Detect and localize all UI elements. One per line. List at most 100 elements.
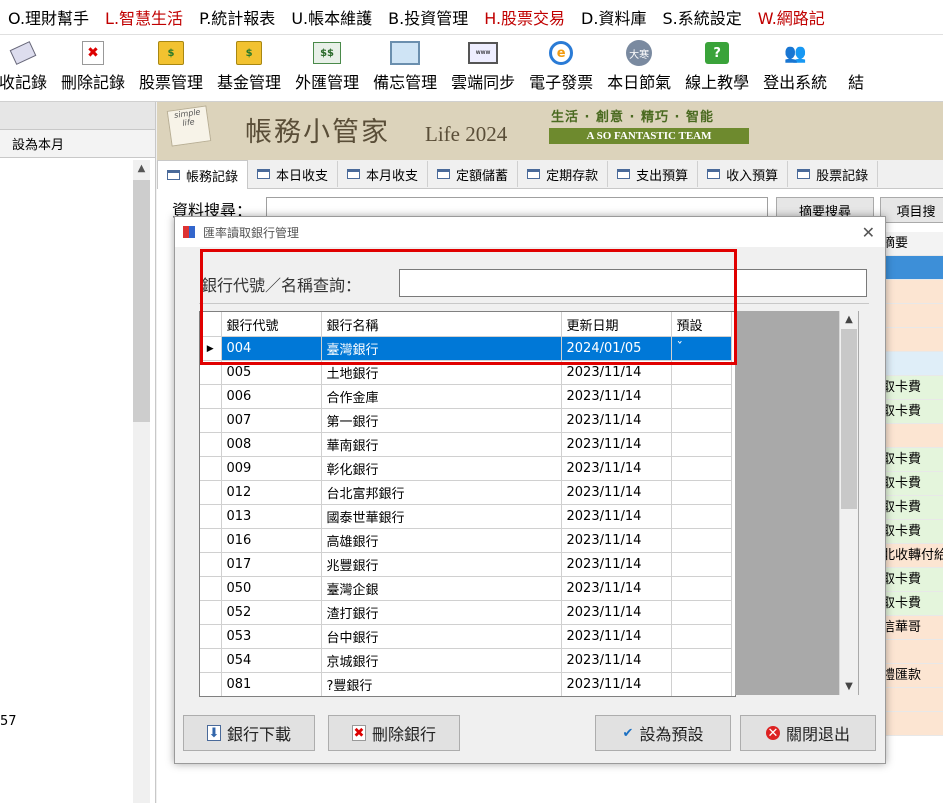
bank-code-cell[interactable]: 007 <box>221 408 322 433</box>
bank-code-cell[interactable]: 004 <box>221 336 322 361</box>
bank-name-cell[interactable]: 第一銀行 <box>321 408 562 433</box>
menu-item-0[interactable]: O.理財幫手 <box>0 5 97 29</box>
bank-name-cell[interactable]: 台北富邦銀行 <box>321 480 562 505</box>
toolbar-button-5[interactable]: 備忘管理 <box>366 35 444 101</box>
tab-5[interactable]: 支出預算 <box>608 161 699 187</box>
bank-code-cell[interactable]: 052 <box>221 600 322 625</box>
toolbar-button-7[interactable]: e 電子發票 <box>522 35 600 101</box>
update-date-cell[interactable]: 2023/11/14 <box>561 432 672 457</box>
update-date-cell[interactable]: 2023/11/14 <box>561 504 672 529</box>
scroll-down-icon[interactable]: ▼ <box>840 678 858 695</box>
update-date-cell[interactable]: 2023/11/14 <box>561 384 672 409</box>
bank-name-cell[interactable]: ?豐銀行 <box>321 672 562 696</box>
bank-row[interactable]: 008 華南銀行 2023/11/14 <box>200 432 732 457</box>
toolbar-button-11[interactable]: 結 <box>834 35 878 101</box>
toolbar-button-2[interactable]: $ 股票管理 <box>132 35 210 101</box>
download-bank-button[interactable]: ⬇ 銀行下載 <box>183 715 315 751</box>
row-header[interactable] <box>200 432 222 457</box>
bank-code-cell[interactable]: 016 <box>221 528 322 553</box>
toolbar-button-3[interactable]: $ 基金管理 <box>210 35 288 101</box>
update-date-cell[interactable]: 2023/11/14 <box>561 456 672 481</box>
bank-name-cell[interactable]: 京城銀行 <box>321 648 562 673</box>
bank-row[interactable]: 009 彰化銀行 2023/11/14 <box>200 456 732 481</box>
close-icon[interactable]: ✕ <box>862 223 875 242</box>
default-cell[interactable] <box>671 576 732 601</box>
menu-item-1[interactable]: L.智慧生活 <box>97 5 191 29</box>
row-header[interactable] <box>200 600 222 625</box>
row-header[interactable] <box>200 384 222 409</box>
row-header[interactable] <box>200 672 222 696</box>
bank-code-cell[interactable]: 009 <box>221 456 322 481</box>
menu-item-4[interactable]: B.投資管理 <box>380 5 476 29</box>
default-cell[interactable] <box>671 552 732 577</box>
bank-row[interactable]: 007 第一銀行 2023/11/14 <box>200 408 732 433</box>
bank-row[interactable]: 017 兆豐銀行 2023/11/14 <box>200 552 732 577</box>
bank-query-input[interactable] <box>399 269 867 297</box>
menu-item-5[interactable]: H.股票交易 <box>476 5 573 29</box>
column-header-name[interactable]: 銀行名稱 <box>321 312 562 337</box>
update-date-cell[interactable]: 2023/11/14 <box>561 552 672 577</box>
bank-row[interactable]: 054 京城銀行 2023/11/14 <box>200 648 732 673</box>
column-header-code[interactable]: 銀行代號 <box>221 312 322 337</box>
menu-item-7[interactable]: S.系統設定 <box>654 5 749 29</box>
tab-0[interactable]: 帳務記錄 <box>157 160 249 189</box>
item-search-button[interactable]: 項目搜 <box>880 197 943 223</box>
set-default-button[interactable]: ✔ 設為預設 <box>595 715 731 751</box>
close-exit-button[interactable]: ✕ 關閉退出 <box>740 715 876 751</box>
default-cell[interactable] <box>671 480 732 505</box>
bank-row[interactable]: 005 土地銀行 2023/11/14 <box>200 360 732 385</box>
column-header-summary[interactable]: 摘要 <box>880 232 943 256</box>
left-panel-scrollbar[interactable]: ▲ <box>133 160 150 803</box>
row-header[interactable] <box>200 504 222 529</box>
tab-7[interactable]: 股票記錄 <box>788 161 879 187</box>
update-date-cell[interactable]: 2023/11/14 <box>561 672 672 696</box>
toolbar-button-8[interactable]: 大寒 本日節氣 <box>600 35 678 101</box>
tab-6[interactable]: 收入預算 <box>698 161 789 187</box>
bank-code-cell[interactable]: 013 <box>221 504 322 529</box>
update-date-cell[interactable]: 2023/11/14 <box>561 408 672 433</box>
bank-code-cell[interactable]: 012 <box>221 480 322 505</box>
row-header[interactable]: ▶ <box>200 336 222 361</box>
column-header-default[interactable]: 預設 <box>671 312 732 337</box>
bank-name-cell[interactable]: 高雄銀行 <box>321 528 562 553</box>
bank-row[interactable]: ▶ 004 臺灣銀行 2024/01/05 ˇ <box>200 336 732 361</box>
bank-code-cell[interactable]: 006 <box>221 384 322 409</box>
grid-scrollbar[interactable]: ▲ ▼ <box>839 311 858 695</box>
bank-code-cell[interactable]: 053 <box>221 624 322 649</box>
row-header[interactable] <box>200 624 222 649</box>
update-date-cell[interactable]: 2023/11/14 <box>561 624 672 649</box>
toolbar-button-10[interactable]: 👥 登出系統 <box>756 35 834 101</box>
bank-code-cell[interactable]: 008 <box>221 432 322 457</box>
bank-row[interactable]: 053 台中銀行 2023/11/14 <box>200 624 732 649</box>
default-cell[interactable] <box>671 504 732 529</box>
scroll-up-icon[interactable]: ▲ <box>133 160 150 178</box>
tab-1[interactable]: 本日收支 <box>248 161 339 187</box>
toolbar-button-6[interactable]: www 雲端同步 <box>444 35 522 101</box>
bank-row[interactable]: 016 高雄銀行 2023/11/14 <box>200 528 732 553</box>
row-header[interactable] <box>200 576 222 601</box>
toolbar-button-9[interactable]: ? 線上教學 <box>678 35 756 101</box>
set-this-month-tab[interactable]: 設為本月 <box>0 130 155 158</box>
bank-name-cell[interactable]: 合作金庫 <box>321 384 562 409</box>
bank-code-cell[interactable]: 017 <box>221 552 322 577</box>
default-cell[interactable] <box>671 600 732 625</box>
bank-row[interactable]: 012 台北富邦銀行 2023/11/14 <box>200 480 732 505</box>
default-cell[interactable] <box>671 384 732 409</box>
bank-name-cell[interactable]: 臺灣企銀 <box>321 576 562 601</box>
bank-code-cell[interactable]: 081 <box>221 672 322 696</box>
bank-name-cell[interactable]: 土地銀行 <box>321 360 562 385</box>
toolbar-button-1[interactable]: ✖ 刪除記錄 <box>54 35 132 101</box>
default-cell[interactable] <box>671 528 732 553</box>
default-cell[interactable] <box>671 672 732 696</box>
tab-4[interactable]: 定期存款 <box>518 161 609 187</box>
row-header[interactable] <box>200 408 222 433</box>
row-header[interactable] <box>200 456 222 481</box>
bank-row[interactable]: 013 國泰世華銀行 2023/11/14 <box>200 504 732 529</box>
row-header[interactable] <box>200 648 222 673</box>
update-date-cell[interactable]: 2023/11/14 <box>561 528 672 553</box>
default-cell[interactable] <box>671 432 732 457</box>
scroll-thumb[interactable] <box>133 180 150 422</box>
bank-name-cell[interactable]: 兆豐銀行 <box>321 552 562 577</box>
update-date-cell[interactable]: 2023/11/14 <box>561 480 672 505</box>
bank-row[interactable]: 052 渣打銀行 2023/11/14 <box>200 600 732 625</box>
